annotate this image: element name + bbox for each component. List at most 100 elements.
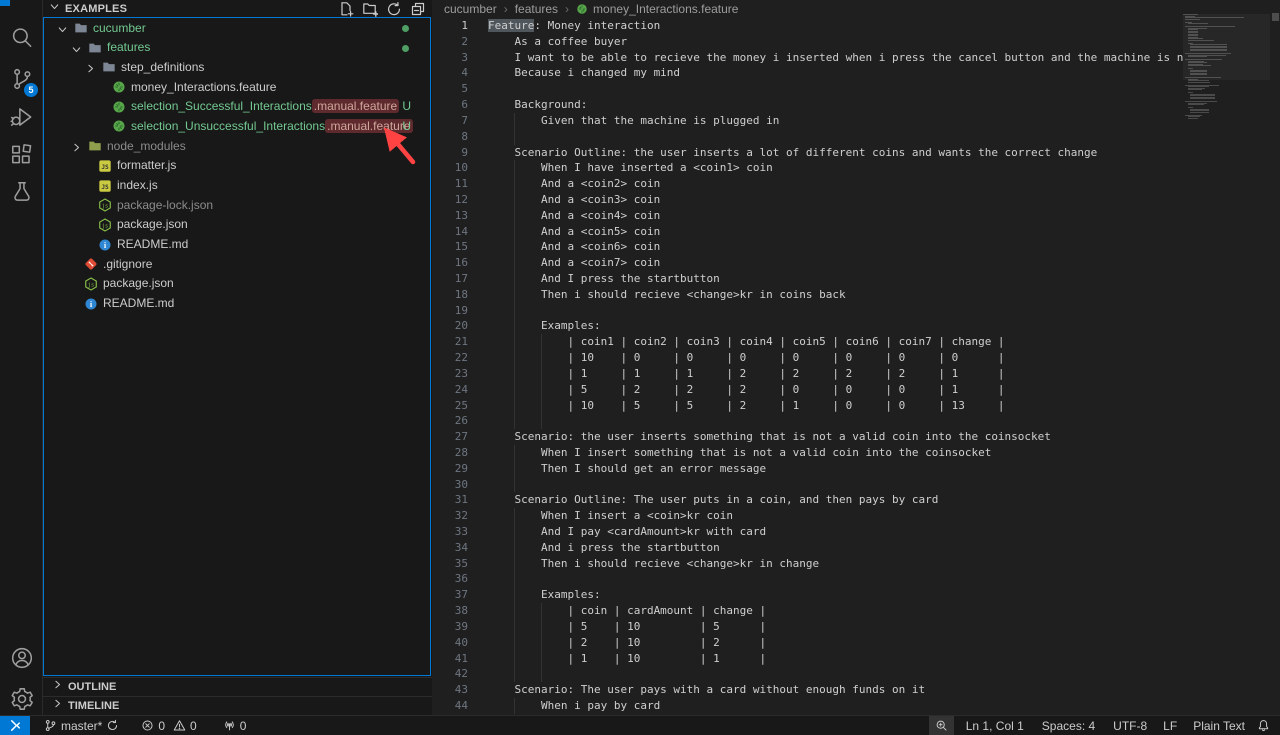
code-line-25[interactable]: 25 | 10 | 5 | 5 | 2 | 1 | 0 | 0 | 13 | (432, 398, 1183, 414)
explorer-header[interactable]: EXAMPLES (43, 0, 432, 18)
tree-file-package-json[interactable]: jspackage.json (43, 215, 431, 235)
code-line-12[interactable]: 12 And a <coin3> coin (432, 192, 1183, 208)
code-line-41[interactable]: 41 | 1 | 10 | 1 | (432, 651, 1183, 667)
tree-file-formatter-js[interactable]: JSformatter.js (43, 156, 431, 176)
tree-file-package-lock-json[interactable]: jspackage-lock.json (43, 195, 431, 215)
code-line-21[interactable]: 21 | coin1 | coin2 | coin3 | coin4 | coi… (432, 334, 1183, 350)
breadcrumb-item[interactable]: features (515, 2, 558, 16)
breadcrumb-item[interactable]: cucumber (444, 2, 497, 16)
encoding-status[interactable]: UTF-8 (1107, 716, 1153, 735)
line-number: 25 (432, 398, 468, 414)
code-line-36[interactable]: 36 (432, 571, 1183, 587)
breadcrumb-item[interactable]: money_Interactions.feature (593, 2, 738, 16)
activity-item-extensions[interactable] (0, 135, 43, 175)
activity-item-run-and-debug[interactable] (0, 97, 43, 137)
code-line-33[interactable]: 33 And I pay <cardAmount>kr with card (432, 524, 1183, 540)
timeline-section-header[interactable]: TIMELINE (43, 696, 432, 715)
line-number: 13 (432, 208, 468, 224)
tree-file-selection-successful-interactions[interactable]: selection_Successful_Interactions.manual… (43, 97, 431, 117)
code-line-38[interactable]: 38 | coin | cardAmount | change | (432, 603, 1183, 619)
code-line-4[interactable]: 4 Because i changed my mind (432, 65, 1183, 81)
eol-status[interactable]: LF (1157, 716, 1183, 735)
code-line-9[interactable]: 9 Scenario Outline: the user inserts a l… (432, 145, 1183, 161)
code-line-11[interactable]: 11 And a <coin2> coin (432, 176, 1183, 192)
notifications-bell[interactable] (1251, 716, 1276, 735)
tree-file-selection-unsuccessful-interactions[interactable]: selection_Unsuccessful_Interactions.manu… (43, 116, 431, 136)
language-mode[interactable]: Plain Text (1187, 716, 1251, 735)
code-line-24[interactable]: 24 | 5 | 2 | 2 | 2 | 0 | 0 | 0 | 1 | (432, 382, 1183, 398)
activity-item-accounts[interactable] (0, 638, 43, 678)
tree-file-readme-md[interactable]: iREADME.md (43, 294, 431, 314)
cursor-position[interactable]: Ln 1, Col 1 (960, 716, 1030, 735)
tree-folder-step-definitions[interactable]: step_definitions (43, 57, 431, 77)
minimap[interactable] (1183, 14, 1270, 134)
refresh-icon[interactable] (386, 1, 402, 17)
git-branch-status[interactable]: master* (38, 716, 125, 735)
tree-file-package-json[interactable]: jspackage.json (43, 274, 431, 294)
collapse-all-icon[interactable] (410, 1, 426, 17)
chevron-down-icon (70, 43, 80, 53)
code-line-17[interactable]: 17 And I press the startbutton (432, 271, 1183, 287)
code-line-35[interactable]: 35 Then i should recieve <change>kr in c… (432, 556, 1183, 572)
ports-status[interactable]: 0 (217, 716, 253, 735)
code-line-32[interactable]: 32 When I insert a <coin>kr coin (432, 508, 1183, 524)
code-line-7[interactable]: 7 Given that the machine is plugged in (432, 113, 1183, 129)
code-line-40[interactable]: 40 | 2 | 10 | 2 | (432, 635, 1183, 651)
code-line-15[interactable]: 15 And a <coin6> coin (432, 239, 1183, 255)
activity-item-source-control[interactable]: 5 (0, 59, 43, 99)
problems-status[interactable]: 0 0 (135, 716, 202, 735)
tree-folder-cucumber[interactable]: cucumber (43, 18, 431, 38)
tree-folder-features[interactable]: features (43, 38, 431, 58)
code-line-5[interactable]: 5 (432, 81, 1183, 97)
activity-item-testing[interactable] (0, 172, 43, 212)
tree-item-label: cucumber (93, 21, 146, 35)
tree-folder-node-modules[interactable]: node_modules (43, 136, 431, 156)
minimap-viewport[interactable] (1183, 14, 1270, 80)
code-line-13[interactable]: 13 And a <coin4> coin (432, 208, 1183, 224)
indentation-status[interactable]: Spaces: 4 (1036, 716, 1101, 735)
code-text: | coin | cardAmount | change | (488, 603, 766, 619)
code-line-19[interactable]: 19 (432, 303, 1183, 319)
code-line-23[interactable]: 23 | 1 | 1 | 1 | 2 | 2 | 2 | 2 | 1 | (432, 366, 1183, 382)
breadcrumb[interactable]: cucumber›features›money_Interactions.fea… (432, 0, 1280, 18)
code-line-30[interactable]: 30 (432, 477, 1183, 493)
code-text: And a <coin2> coin (488, 176, 660, 192)
code-line-34[interactable]: 34 And i press the startbutton (432, 540, 1183, 556)
code-line-18[interactable]: 18 Then i should recieve <change>kr in c… (432, 287, 1183, 303)
git-status-dot (402, 45, 409, 52)
code-line-27[interactable]: 27 Scenario: the user inserts something … (432, 429, 1183, 445)
code-line-1[interactable]: 1Feature: Money interaction (432, 18, 1183, 34)
code-line-43[interactable]: 43 Scenario: The user pays with a card w… (432, 682, 1183, 698)
scm-badge: 5 (24, 83, 38, 97)
code-line-8[interactable]: 8 (432, 129, 1183, 145)
code-line-14[interactable]: 14 And a <coin5> coin (432, 224, 1183, 240)
code-line-28[interactable]: 28 When I insert something that is not a… (432, 445, 1183, 461)
code-line-3[interactable]: 3 I want to be able to recieve the money… (432, 50, 1183, 66)
code-line-26[interactable]: 26 (432, 413, 1183, 429)
tree-file-index-js[interactable]: JSindex.js (43, 176, 431, 196)
tree-file--gitignore[interactable]: .gitignore (43, 254, 431, 274)
code-line-20[interactable]: 20 Examples: (432, 318, 1183, 334)
new-folder-icon[interactable] (362, 1, 378, 17)
activity-item-settings[interactable] (0, 679, 43, 719)
code-line-31[interactable]: 31 Scenario Outline: The user puts in a … (432, 492, 1183, 508)
code-line-37[interactable]: 37 Examples: (432, 587, 1183, 603)
chevron-right-icon (43, 678, 64, 696)
code-line-39[interactable]: 39 | 5 | 10 | 5 | (432, 619, 1183, 635)
remote-indicator[interactable] (0, 716, 30, 735)
new-file-icon[interactable] (338, 1, 354, 17)
code-line-22[interactable]: 22 | 10 | 0 | 0 | 0 | 0 | 0 | 0 | 0 | (432, 350, 1183, 366)
tree-file-money-interactions-feature[interactable]: money_Interactions.feature (43, 77, 431, 97)
activity-item-search[interactable] (0, 18, 43, 58)
code-line-29[interactable]: 29 Then I should get an error message (432, 461, 1183, 477)
code-line-44[interactable]: 44 When i pay by card (432, 698, 1183, 714)
code-line-42[interactable]: 42 (432, 666, 1183, 682)
code-line-10[interactable]: 10 When I have inserted a <coin1> coin (432, 160, 1183, 176)
code-line-16[interactable]: 16 And a <coin7> coin (432, 255, 1183, 271)
tree-file-readme-md[interactable]: iREADME.md (43, 235, 431, 255)
code-line-2[interactable]: 2 As a coffee buyer (432, 34, 1183, 50)
zoom-status-button[interactable] (929, 716, 954, 735)
code-line-6[interactable]: 6 Background: (432, 97, 1183, 113)
code-area[interactable]: 1Feature: Money interaction2 As a coffee… (432, 18, 1183, 715)
outline-section-header[interactable]: OUTLINE (43, 677, 432, 696)
